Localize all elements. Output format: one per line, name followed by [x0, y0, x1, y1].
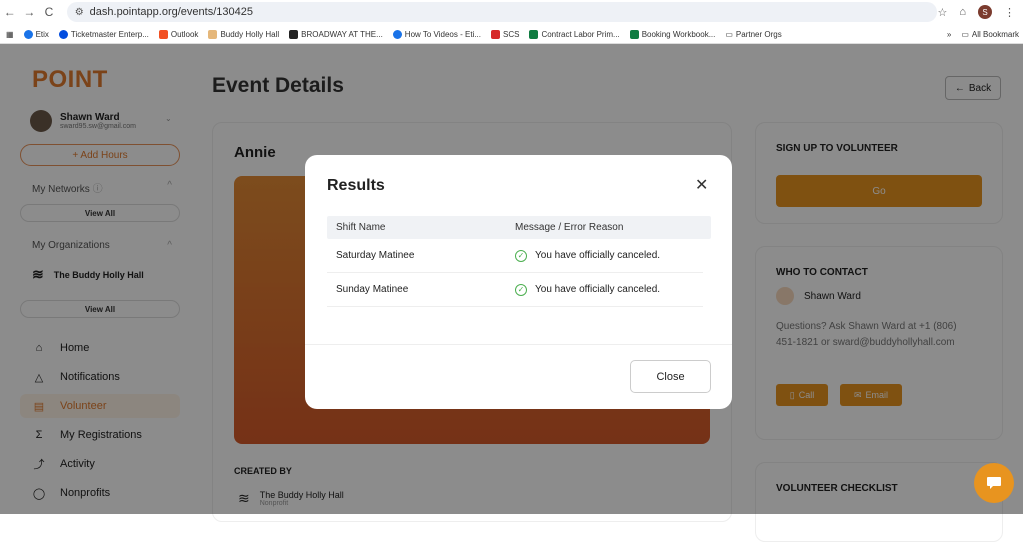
shift-name: Sunday Matinee	[336, 284, 409, 295]
modal-title: Results	[327, 177, 385, 194]
table-row: Saturday Matinee ✓ You have officially ca…	[327, 239, 703, 273]
results-table-header: Shift Name Message / Error Reason	[327, 216, 711, 239]
all-bookmarks[interactable]: ▭ All Bookmark	[961, 30, 1019, 39]
reload-icon[interactable]: C	[39, 5, 59, 19]
bookmark-scs[interactable]: SCS	[490, 29, 519, 39]
chat-button[interactable]	[974, 463, 1014, 503]
modal-divider	[305, 344, 732, 345]
more-bookmarks[interactable]: »	[947, 30, 951, 39]
shift-message: You have officially canceled.	[535, 284, 661, 295]
browser-chrome: ← → C ⚙ dash.pointapp.org/events/130425 …	[0, 0, 1023, 44]
shift-name: Saturday Matinee	[336, 250, 415, 261]
col-shift-name: Shift Name	[336, 222, 386, 233]
bookmark-broadway[interactable]: BROADWAY AT THE...	[289, 29, 383, 39]
bookmark-booking-workbook[interactable]: Booking Workbook...	[629, 29, 715, 39]
extensions-icon[interactable]: ⌂	[959, 6, 966, 18]
results-modal: Results ✕ Shift Name Message / Error Rea…	[305, 155, 732, 409]
forward-arrow-icon[interactable]: →	[20, 5, 40, 19]
folder-icon: ▭	[961, 29, 969, 39]
folder-icon: ▭	[725, 29, 733, 39]
back-arrow-icon[interactable]: ←	[0, 5, 20, 19]
col-message: Message / Error Reason	[515, 222, 624, 233]
menu-icon[interactable]: ⋮	[1004, 6, 1015, 19]
apps-icon[interactable]: ▦	[6, 30, 14, 39]
bookmark-outlook[interactable]: Outlook	[158, 29, 198, 39]
close-button[interactable]: Close	[630, 360, 711, 393]
bookmark-how-to-videos[interactable]: How To Videos - Eti...	[392, 29, 481, 39]
star-icon[interactable]: ☆	[937, 6, 947, 19]
bookmark-partner-orgs[interactable]: ▭ Partner Orgs	[725, 30, 781, 39]
address-bar[interactable]: ⚙ dash.pointapp.org/events/130425	[66, 2, 938, 22]
check-circle-icon: ✓	[515, 283, 527, 296]
site-info-icon[interactable]: ⚙	[75, 7, 84, 18]
bookmark-etix[interactable]: Etix	[23, 29, 49, 39]
bookmark-contract-labor[interactable]: Contract Labor Prim...	[529, 29, 620, 39]
check-circle-icon: ✓	[515, 249, 527, 262]
table-row: Sunday Matinee ✓ You have officially canc…	[327, 273, 703, 307]
shift-message: You have officially canceled.	[535, 250, 661, 261]
url-text: dash.pointapp.org/events/130425	[89, 6, 253, 18]
bookmark-buddy-holly-hall[interactable]: Buddy Holly Hall	[208, 29, 279, 39]
profile-avatar[interactable]: S	[978, 5, 992, 19]
chat-icon	[987, 477, 1001, 489]
bookmarks-bar: ▦ Etix Ticketmaster Enterp... Outlook Bu…	[0, 24, 1023, 44]
close-icon[interactable]: ✕	[695, 175, 708, 195]
bookmark-ticketmaster[interactable]: Ticketmaster Enterp...	[58, 29, 149, 39]
